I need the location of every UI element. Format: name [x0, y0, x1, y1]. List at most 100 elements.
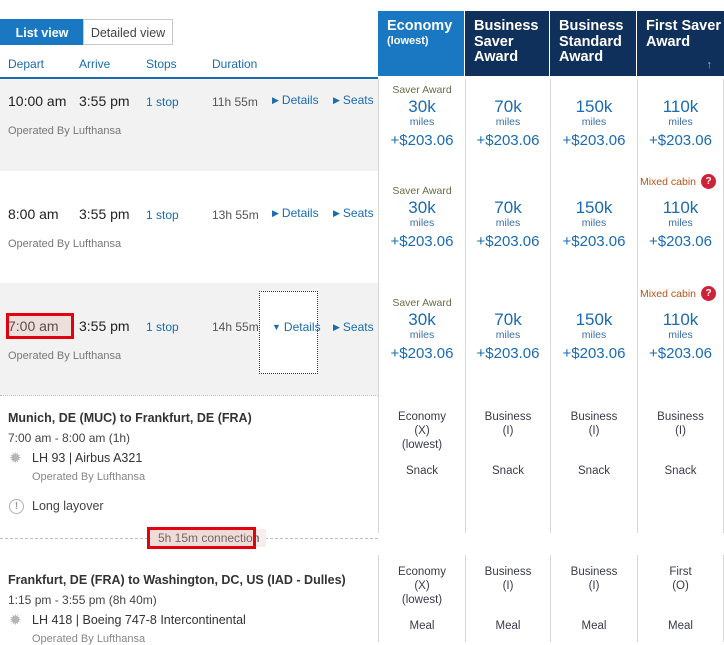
miles-amount: 30k — [408, 97, 436, 116]
segment-times: 7:00 am - 8:00 am (1h) — [8, 431, 131, 445]
cabin-cell-business-standard: Business (I) Snack — [550, 395, 637, 533]
miles-unit: miles — [409, 116, 435, 128]
flight-row[interactable]: 10:00 am 3:55 pm 1 stop 11h 55m Operated… — [0, 79, 724, 171]
fare-price: +$203.06 — [649, 233, 712, 250]
fare-column-header-business-standard[interactable]: Business Standard Award — [550, 11, 636, 76]
fare-price: +$203.06 — [649, 132, 712, 149]
cabin-service: Meal — [581, 620, 607, 632]
fare-column-header-business-saver[interactable]: Business Saver Award — [465, 11, 549, 76]
fare-price: +$203.06 — [476, 233, 540, 250]
tab-detailed-view[interactable]: Detailed view — [83, 19, 173, 45]
segment-flight-number: LH 418 | Boeing 747-8 Intercontinental — [32, 613, 246, 627]
fare-price: +$203.06 — [390, 345, 454, 362]
miles-unit: miles — [668, 217, 693, 229]
saver-award-label: Saver Award — [392, 185, 452, 197]
segment-operated-by: Operated By Lufthansa — [32, 633, 146, 645]
miles-unit: miles — [495, 116, 521, 128]
triangle-right-icon: ▶ — [272, 208, 279, 218]
stops-link[interactable]: 1 stop — [146, 208, 179, 222]
triangle-right-icon: ▶ — [272, 95, 279, 105]
details-link[interactable]: ▼ Details — [272, 320, 321, 334]
cabin-service: Meal — [668, 620, 693, 632]
miles-unit: miles — [409, 329, 435, 341]
connection-annotation-box — [147, 527, 256, 549]
cabin-service: Snack — [492, 465, 524, 477]
airline-star-icon: ✹ — [9, 612, 22, 629]
fare-price: +$203.06 — [476, 132, 540, 149]
fare-cell-economy[interactable]: Saver Award 30k miles +$203.06 — [378, 171, 465, 283]
fare-cell-business-standard[interactable]: 150k miles +$203.06 — [550, 171, 637, 283]
details-link[interactable]: ▶ Details — [272, 93, 319, 107]
fare-cell-business-standard[interactable]: 150k miles +$203.06 — [550, 283, 637, 395]
seats-link[interactable]: ▶ Seats — [333, 320, 374, 334]
fare-cell-first-saver[interactable]: 110k miles +$203.06 — [637, 79, 724, 171]
fare-cell-business-saver[interactable]: 70k miles +$203.06 — [465, 283, 550, 395]
fare-column-header-first-saver[interactable]: First Saver Award ↑ — [637, 11, 724, 76]
sort-ascending-icon[interactable]: ↑ — [707, 59, 713, 71]
triangle-right-icon: ▶ — [333, 95, 340, 105]
cabin-name: Business — [570, 411, 618, 423]
fare-cell-business-saver[interactable]: 70k miles +$203.06 — [465, 79, 550, 171]
fare-cell-first-saver[interactable]: 110k miles +$203.06 — [637, 171, 724, 283]
miles-unit: miles — [495, 329, 521, 341]
miles-unit: miles — [409, 217, 435, 229]
award-flight-results-page: List view Detailed view Depart Arrive St… — [0, 0, 724, 645]
cabin-service: Meal — [409, 620, 435, 632]
cabin-name: Business — [570, 566, 618, 578]
flight-row[interactable]: Mixed cabin ? 7:00 am 3:55 pm 1 stop 14h… — [0, 283, 724, 395]
miles-unit: miles — [581, 217, 607, 229]
seats-link[interactable]: ▶ Seats — [333, 206, 374, 220]
duration-text: 13h 55m — [212, 208, 259, 222]
cabin-code: (X) — [414, 425, 430, 437]
details-link-label: Details — [281, 206, 319, 220]
cabin-cell-business-standard: Business (I) Meal — [550, 555, 637, 642]
fare-cell-first-saver[interactable]: 110k miles +$203.06 — [637, 283, 724, 395]
column-header-stops[interactable]: Stops — [146, 57, 177, 77]
row-background — [0, 283, 378, 395]
fare-column-header-economy[interactable]: Economy (lowest) — [378, 11, 464, 76]
fare-price: +$203.06 — [562, 233, 626, 250]
depart-time: 10:00 am — [8, 93, 67, 109]
panel-divider — [0, 395, 378, 396]
tab-list-view[interactable]: List view — [0, 19, 84, 45]
flight-row[interactable]: Mixed cabin ? 8:00 am 3:55 pm 1 stop 13h… — [0, 171, 724, 283]
fare-cell-economy[interactable]: Saver Award 30k miles +$203.06 — [378, 79, 465, 171]
long-layover-note: Long layover — [32, 499, 104, 513]
column-header-arrive[interactable]: Arrive — [79, 57, 110, 77]
miles-unit: miles — [495, 217, 521, 229]
cabin-cell-business-saver: Business (I) Meal — [465, 555, 550, 642]
miles-amount: 70k — [494, 310, 522, 329]
cabin-cell-economy: Economy (X) (lowest) Meal — [378, 555, 465, 642]
cabin-cell-first-saver: Business (I) Snack — [637, 395, 724, 533]
cabin-code: (I) — [502, 580, 514, 592]
fare-column-sub-economy: (lowest) — [387, 34, 429, 47]
fare-cell-business-saver[interactable]: 70k miles +$203.06 — [465, 171, 550, 283]
miles-amount: 150k — [575, 198, 613, 217]
cabin-code: (I) — [502, 425, 514, 437]
duration-text: 11h 55m — [212, 95, 258, 109]
segment-route: Munich, DE (MUC) to Frankfurt, DE (FRA) — [8, 411, 252, 425]
cabin-cell-economy: Economy (X) (lowest) Snack — [378, 395, 465, 533]
column-header-depart[interactable]: Depart — [8, 57, 44, 77]
fare-cell-economy[interactable]: Saver Award 30k miles +$203.06 — [378, 283, 465, 395]
cabin-name: Business — [657, 411, 704, 423]
fare-column-title-economy: Economy — [387, 18, 453, 34]
miles-unit: miles — [581, 116, 607, 128]
details-link[interactable]: ▶ Details — [272, 206, 319, 220]
miles-amount: 70k — [494, 198, 522, 217]
seats-link[interactable]: ▶ Seats — [333, 93, 374, 107]
info-icon[interactable]: ! — [9, 499, 24, 514]
tab-list-view-label: List view — [15, 26, 69, 40]
cabin-name: Business — [484, 411, 532, 423]
miles-amount: 70k — [494, 97, 522, 116]
fare-column-title-business-saver: Business Saver Award — [474, 18, 539, 65]
cabin-cell-business-saver: Business (I) Snack — [465, 395, 550, 533]
cabin-service: Snack — [406, 465, 438, 477]
fare-cell-business-standard[interactable]: 150k miles +$203.06 — [550, 79, 637, 171]
cabin-code: (I) — [588, 425, 600, 437]
depart-time-annotation-box — [6, 313, 74, 339]
stops-link[interactable]: 1 stop — [146, 95, 179, 109]
stops-link[interactable]: 1 stop — [146, 320, 179, 334]
cabin-lowest-flag: (lowest) — [401, 439, 443, 451]
column-header-duration[interactable]: Duration — [212, 57, 257, 77]
